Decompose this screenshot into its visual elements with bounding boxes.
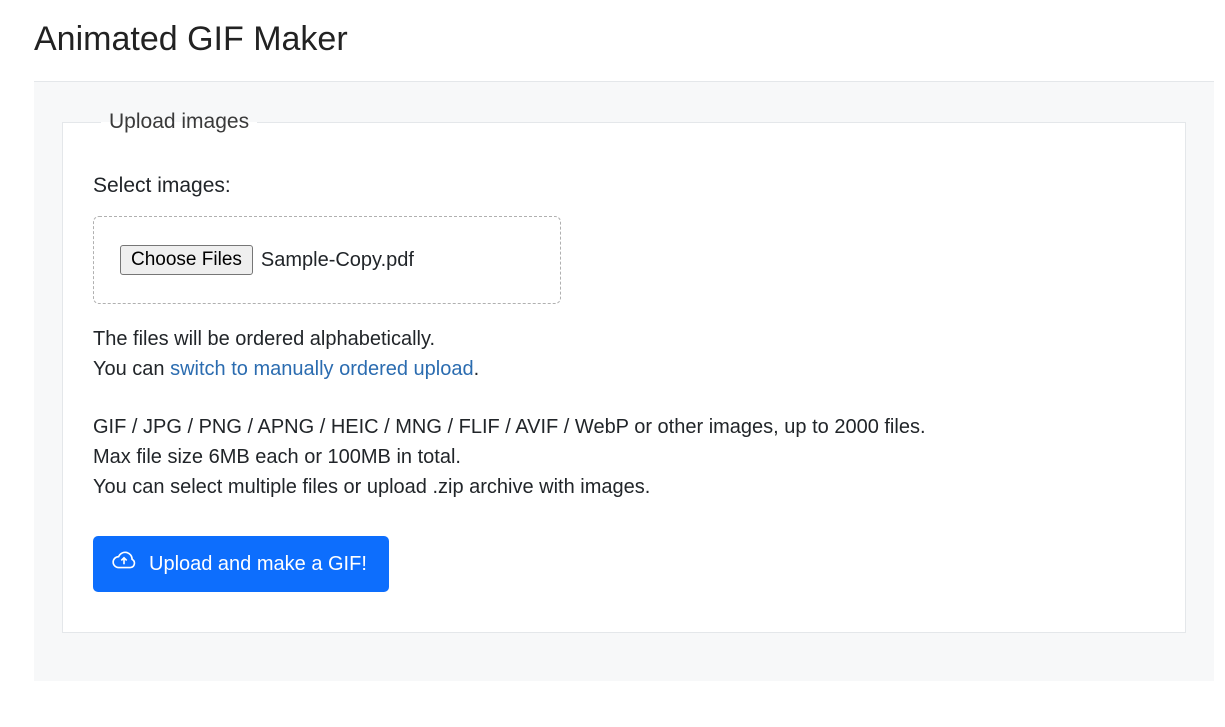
upload-fieldset: Upload images Select images: Choose File… bbox=[62, 110, 1186, 633]
select-images-label: Select images: bbox=[93, 174, 1155, 198]
upload-button-label: Upload and make a GIF! bbox=[149, 553, 367, 576]
switch-suffix: . bbox=[474, 358, 480, 380]
upload-button[interactable]: Upload and make a GIF! bbox=[93, 536, 389, 592]
zip-note: You can select multiple files or upload … bbox=[93, 472, 1155, 502]
cloud-upload-icon bbox=[111, 548, 137, 580]
order-note: The files will be ordered alphabetically… bbox=[93, 324, 1155, 354]
file-dropzone[interactable]: Choose Files Sample-Copy.pdf bbox=[93, 216, 561, 304]
selected-file-name: Sample-Copy.pdf bbox=[261, 249, 414, 272]
upload-legend: Upload images bbox=[101, 110, 257, 134]
info-block: GIF / JPG / PNG / APNG / HEIC / MNG / FL… bbox=[93, 412, 1155, 502]
size-note: Max file size 6MB each or 100MB in total… bbox=[93, 442, 1155, 472]
outer-panel: Upload images Select images: Choose File… bbox=[34, 81, 1214, 681]
switch-manual-link[interactable]: switch to manually ordered upload bbox=[170, 358, 474, 380]
formats-note: GIF / JPG / PNG / APNG / HEIC / MNG / FL… bbox=[93, 412, 1155, 442]
switch-prefix: You can bbox=[93, 358, 170, 380]
page-title: Animated GIF Maker bbox=[34, 20, 1225, 59]
switch-note: You can switch to manually ordered uploa… bbox=[93, 354, 1155, 384]
choose-files-button[interactable]: Choose Files bbox=[120, 245, 253, 275]
